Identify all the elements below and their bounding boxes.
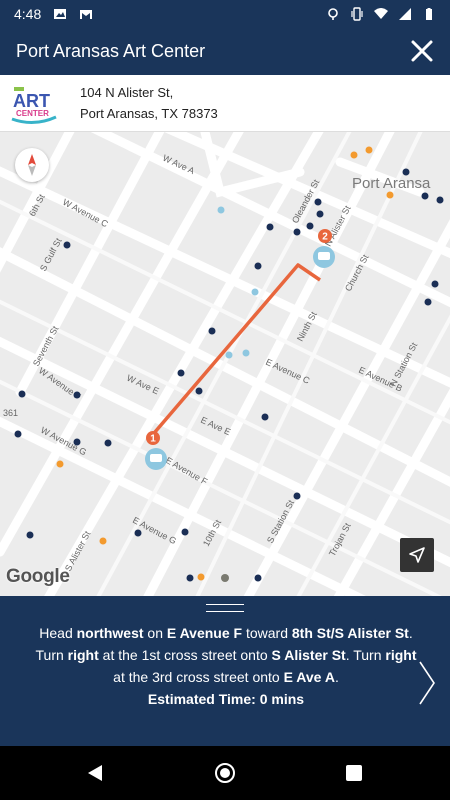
art-center-logo: ART CENTER (11, 87, 57, 124)
highway-label: 361 (3, 408, 18, 418)
address-line2: Port Aransas, TX 78373 (80, 106, 218, 121)
map-view[interactable]: W Ave A W Avenue C S Gulf St 6th St Olea… (0, 132, 450, 596)
town-label: Port Aransa (352, 175, 431, 192)
dir-bold-part: 8th St/S Alister St (291, 625, 409, 641)
dir-text-part: at the 3rd cross street onto (113, 669, 284, 685)
svg-text:CENTER: CENTER (16, 109, 49, 118)
drag-handle[interactable] (206, 604, 244, 612)
estimated-time: Estimated Time: 0 mins (147, 691, 305, 707)
gmail-notification-icon (80, 9, 93, 19)
navigate-button[interactable] (400, 538, 434, 572)
vibrate-icon (351, 6, 363, 21)
marker-label: 1 (150, 434, 156, 445)
dir-bold-part: S Alister St (271, 647, 346, 663)
street-label: W Avenue C (61, 197, 110, 229)
back-icon[interactable] (86, 764, 104, 782)
street-label: S Gulf St (38, 236, 64, 273)
dir-text-part: on (143, 625, 167, 641)
dir-text-part: . (334, 669, 339, 685)
svg-text:ART: ART (13, 91, 50, 111)
street-label: E Ave E (199, 415, 232, 438)
dir-bold-part: right (385, 647, 417, 663)
dir-bold-part: E Ave A (283, 669, 335, 685)
poi-marker-grey (221, 574, 229, 582)
address-card: ART CENTER 104 N Alister St, Port Aransa… (0, 75, 450, 132)
compass-button[interactable] (15, 148, 49, 182)
directions-text: Head northwest on E Avenue F toward 8th … (34, 622, 418, 710)
clock: 4:48 (14, 5, 42, 22)
wifi-icon (374, 7, 388, 19)
dir-text-part: toward (242, 625, 292, 641)
dir-text-part: Head (39, 625, 77, 641)
next-step-chevron-icon[interactable] (416, 658, 438, 708)
address-line1: 104 N Alister St, (80, 85, 174, 100)
app-bar: Port Aransas Art Center (0, 27, 450, 75)
signal-icon (399, 7, 411, 20)
dir-text-part: at the 1st cross street onto (98, 647, 272, 663)
map-canvas[interactable]: W Ave A W Avenue C S Gulf St 6th St Olea… (0, 132, 450, 596)
navigation-arrow-icon (409, 547, 425, 563)
compass-icon (28, 154, 36, 176)
google-attribution: Google (6, 566, 70, 587)
system-navigation-bar (0, 746, 450, 800)
recent-apps-icon[interactable] (346, 765, 362, 781)
directions-panel: Head northwest on E Avenue F toward 8th … (0, 596, 450, 746)
location-icon (328, 7, 338, 20)
address-text: 104 N Alister St, Port Aransas, TX 78373 (80, 82, 218, 124)
dir-bold-part: E Avenue F (166, 625, 243, 641)
battery-icon (426, 7, 432, 20)
route-start-marker[interactable]: 1 (145, 431, 167, 470)
street-label: E Avenue F (164, 455, 210, 487)
home-icon[interactable] (215, 763, 235, 783)
dir-bold-part: northwest (76, 625, 144, 641)
page-title: Port Aransas Art Center (16, 40, 206, 61)
close-icon[interactable] (408, 37, 436, 65)
status-bar: 4:48 (0, 0, 450, 27)
image-notification-icon (54, 8, 67, 19)
dir-text-part: . Turn (345, 647, 386, 663)
dir-bold-part: right (67, 647, 99, 663)
marker-label: 2 (322, 232, 328, 243)
